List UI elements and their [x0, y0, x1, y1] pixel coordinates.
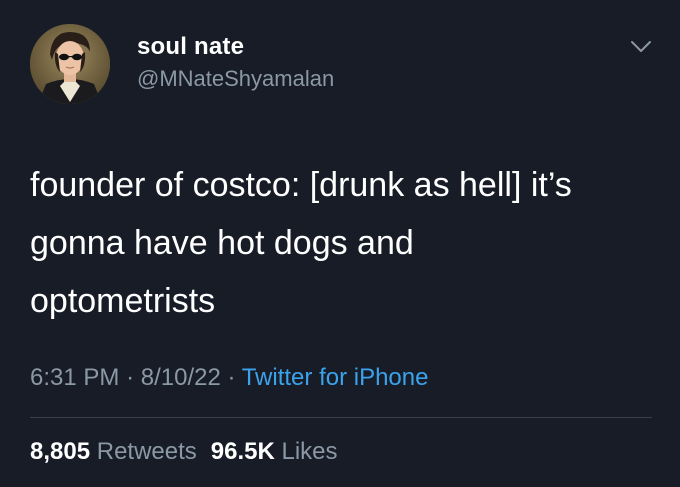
retweets-label: Retweets: [96, 438, 197, 465]
likes-stat[interactable]: 96.5K Likes: [211, 438, 338, 465]
tweet-card: soul nate @MNateShyamalan founder of cos…: [0, 0, 680, 487]
likes-count: 96.5K: [210, 438, 275, 465]
meta-separator: ·: [227, 364, 236, 391]
tweet-text: founder of costco: [drunk as hell] it’s …: [30, 156, 660, 330]
tweet-metadata: 6:31 PM · 8/10/22 · Twitter for iPhone: [30, 364, 428, 392]
divider: [30, 417, 652, 418]
tweet-time[interactable]: 6:31 PM: [30, 364, 119, 391]
user-handle[interactable]: @MNateShyamalan: [137, 66, 334, 92]
tweet-source-link[interactable]: Twitter for iPhone: [242, 364, 429, 391]
meta-separator: ·: [126, 364, 135, 391]
likes-label: Likes: [281, 438, 338, 465]
engagement-stats: 8,805 Retweets 96.5K Likes: [30, 438, 338, 466]
tweet-text-line: founder of costco: [drunk as hell] it’s: [30, 166, 572, 204]
tweet-text-line: gonna have hot dogs and: [30, 224, 414, 262]
display-name[interactable]: soul nate: [137, 33, 244, 61]
retweets-stat[interactable]: 8,805 Retweets: [30, 438, 197, 465]
tweet-text-line: optometrists: [30, 282, 216, 320]
retweets-count: 8,805: [30, 438, 91, 465]
avatar-portrait: [30, 24, 110, 104]
tweet-date[interactable]: 8/10/22: [141, 364, 221, 391]
chevron-down-icon[interactable]: [628, 36, 654, 58]
avatar[interactable]: [30, 24, 110, 104]
